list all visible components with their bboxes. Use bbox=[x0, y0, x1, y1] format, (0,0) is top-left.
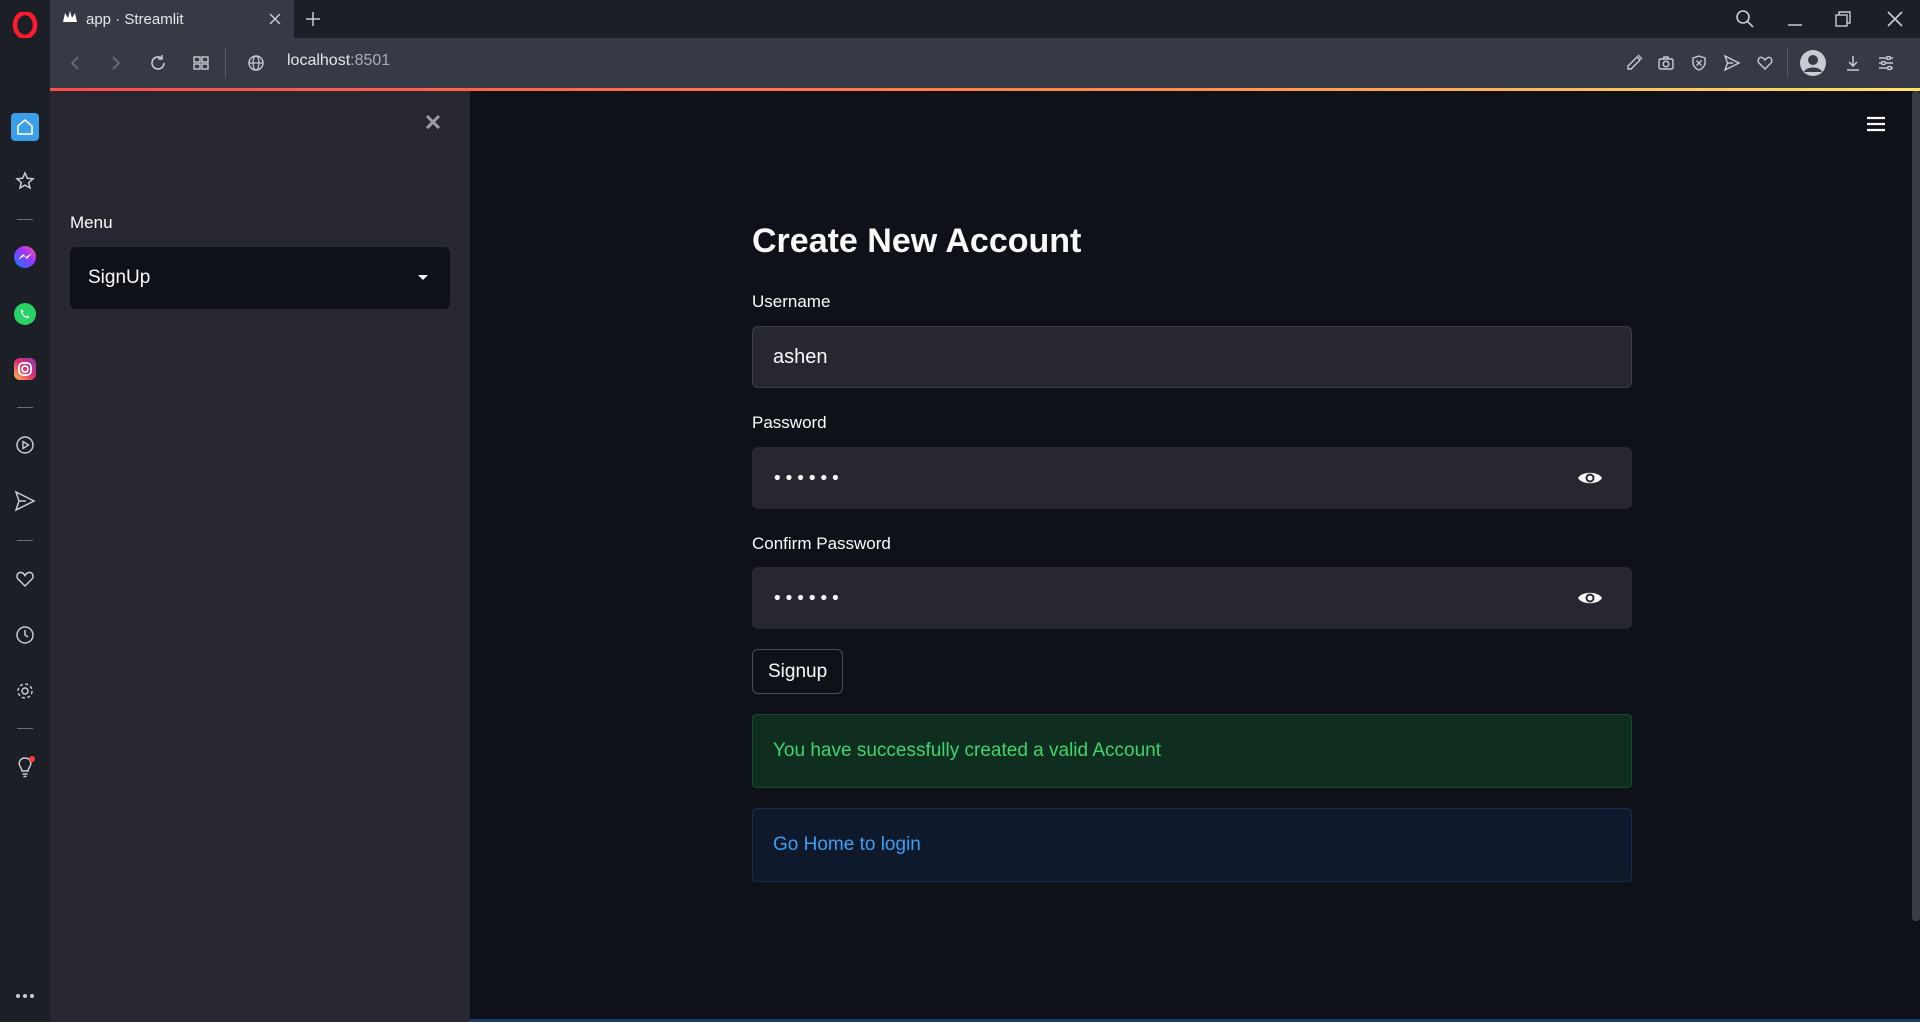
heart-icon[interactable] bbox=[13, 567, 37, 591]
camera-icon[interactable] bbox=[1654, 51, 1678, 75]
sidebar-divider bbox=[17, 540, 33, 541]
lightbulb-icon[interactable] bbox=[13, 755, 37, 779]
streamlit-favicon-icon bbox=[62, 10, 78, 29]
url-host: localhost bbox=[287, 52, 351, 69]
success-alert: You have successfully created a valid Ac… bbox=[752, 714, 1632, 788]
minimize-icon[interactable] bbox=[1782, 6, 1808, 32]
address-divider bbox=[225, 48, 226, 78]
settings-icon[interactable] bbox=[13, 679, 37, 703]
confirm-password-input[interactable]: •••••• bbox=[752, 567, 1632, 629]
scrollbar[interactable] bbox=[1912, 91, 1920, 921]
password-label: Password bbox=[752, 413, 827, 432]
opera-logo-icon[interactable] bbox=[12, 10, 38, 40]
reload-icon[interactable] bbox=[146, 51, 170, 75]
bookmark-heart-icon[interactable] bbox=[1753, 51, 1777, 75]
tab-title: app · Streamlit bbox=[86, 10, 184, 28]
hamburger-menu-icon[interactable] bbox=[1863, 113, 1889, 135]
globe-icon[interactable] bbox=[244, 51, 268, 75]
password-value: •••••• bbox=[772, 467, 842, 489]
messenger-icon[interactable] bbox=[13, 245, 37, 269]
chevron-down-icon bbox=[408, 274, 438, 282]
address-divider bbox=[1787, 48, 1788, 78]
close-window-icon[interactable] bbox=[1882, 6, 1908, 32]
send-icon[interactable] bbox=[13, 489, 37, 513]
back-icon[interactable] bbox=[63, 51, 87, 75]
opera-sidebar bbox=[0, 0, 50, 1022]
home-icon[interactable] bbox=[11, 113, 39, 141]
close-sidebar-icon[interactable] bbox=[422, 111, 444, 133]
instagram-icon[interactable] bbox=[13, 357, 37, 381]
player-icon[interactable] bbox=[13, 433, 37, 457]
restore-icon[interactable] bbox=[1830, 6, 1856, 32]
menu-label: Menu bbox=[70, 213, 113, 232]
close-tab-icon[interactable] bbox=[266, 10, 284, 28]
profile-avatar-icon[interactable] bbox=[1799, 49, 1827, 77]
download-icon[interactable] bbox=[1841, 51, 1865, 75]
show-password-eye-icon[interactable] bbox=[1576, 464, 1604, 492]
tabs-overview-icon[interactable] bbox=[189, 51, 213, 75]
username-value: ashen bbox=[773, 345, 828, 368]
main-content: Create New Account Username ashen Passwo… bbox=[470, 91, 1920, 1022]
page-title: Create New Account bbox=[752, 222, 1082, 260]
history-icon[interactable] bbox=[13, 623, 37, 647]
more-icon[interactable] bbox=[13, 984, 37, 1008]
search-icon[interactable] bbox=[1732, 6, 1758, 32]
star-icon[interactable] bbox=[13, 169, 37, 193]
show-confirm-password-eye-icon[interactable] bbox=[1576, 584, 1604, 612]
adblock-icon[interactable] bbox=[1687, 51, 1711, 75]
confirm-password-value: •••••• bbox=[772, 587, 842, 609]
menu-select-value: SignUp bbox=[88, 267, 151, 288]
browser-tab[interactable]: app · Streamlit bbox=[50, 0, 294, 38]
sidebar-divider bbox=[17, 219, 33, 220]
easy-setup-icon[interactable] bbox=[1874, 51, 1898, 75]
sidebar-divider bbox=[17, 407, 33, 408]
tab-bar: app · Streamlit bbox=[50, 0, 1920, 38]
signup-button[interactable]: Signup bbox=[752, 649, 844, 694]
forward-icon[interactable] bbox=[104, 51, 128, 75]
url-port: :8501 bbox=[350, 52, 391, 69]
sidebar-divider bbox=[17, 728, 33, 729]
whatsapp-icon[interactable] bbox=[13, 302, 37, 326]
username-input[interactable]: ashen bbox=[752, 326, 1632, 388]
snap-icon[interactable] bbox=[1622, 51, 1646, 75]
menu-select[interactable]: SignUp bbox=[70, 247, 450, 309]
url-field[interactable]: localhost:8501 bbox=[287, 52, 390, 70]
username-label: Username bbox=[752, 292, 831, 311]
streamlit-sidebar: Menu SignUp bbox=[50, 91, 470, 1022]
address-bar: localhost:8501 bbox=[50, 38, 1920, 88]
new-tab-icon[interactable] bbox=[302, 8, 324, 30]
send-page-icon[interactable] bbox=[1720, 51, 1744, 75]
info-alert: Go Home to login bbox=[752, 808, 1632, 882]
confirm-password-label: Confirm Password bbox=[752, 534, 891, 553]
password-input[interactable]: •••••• bbox=[752, 447, 1632, 509]
